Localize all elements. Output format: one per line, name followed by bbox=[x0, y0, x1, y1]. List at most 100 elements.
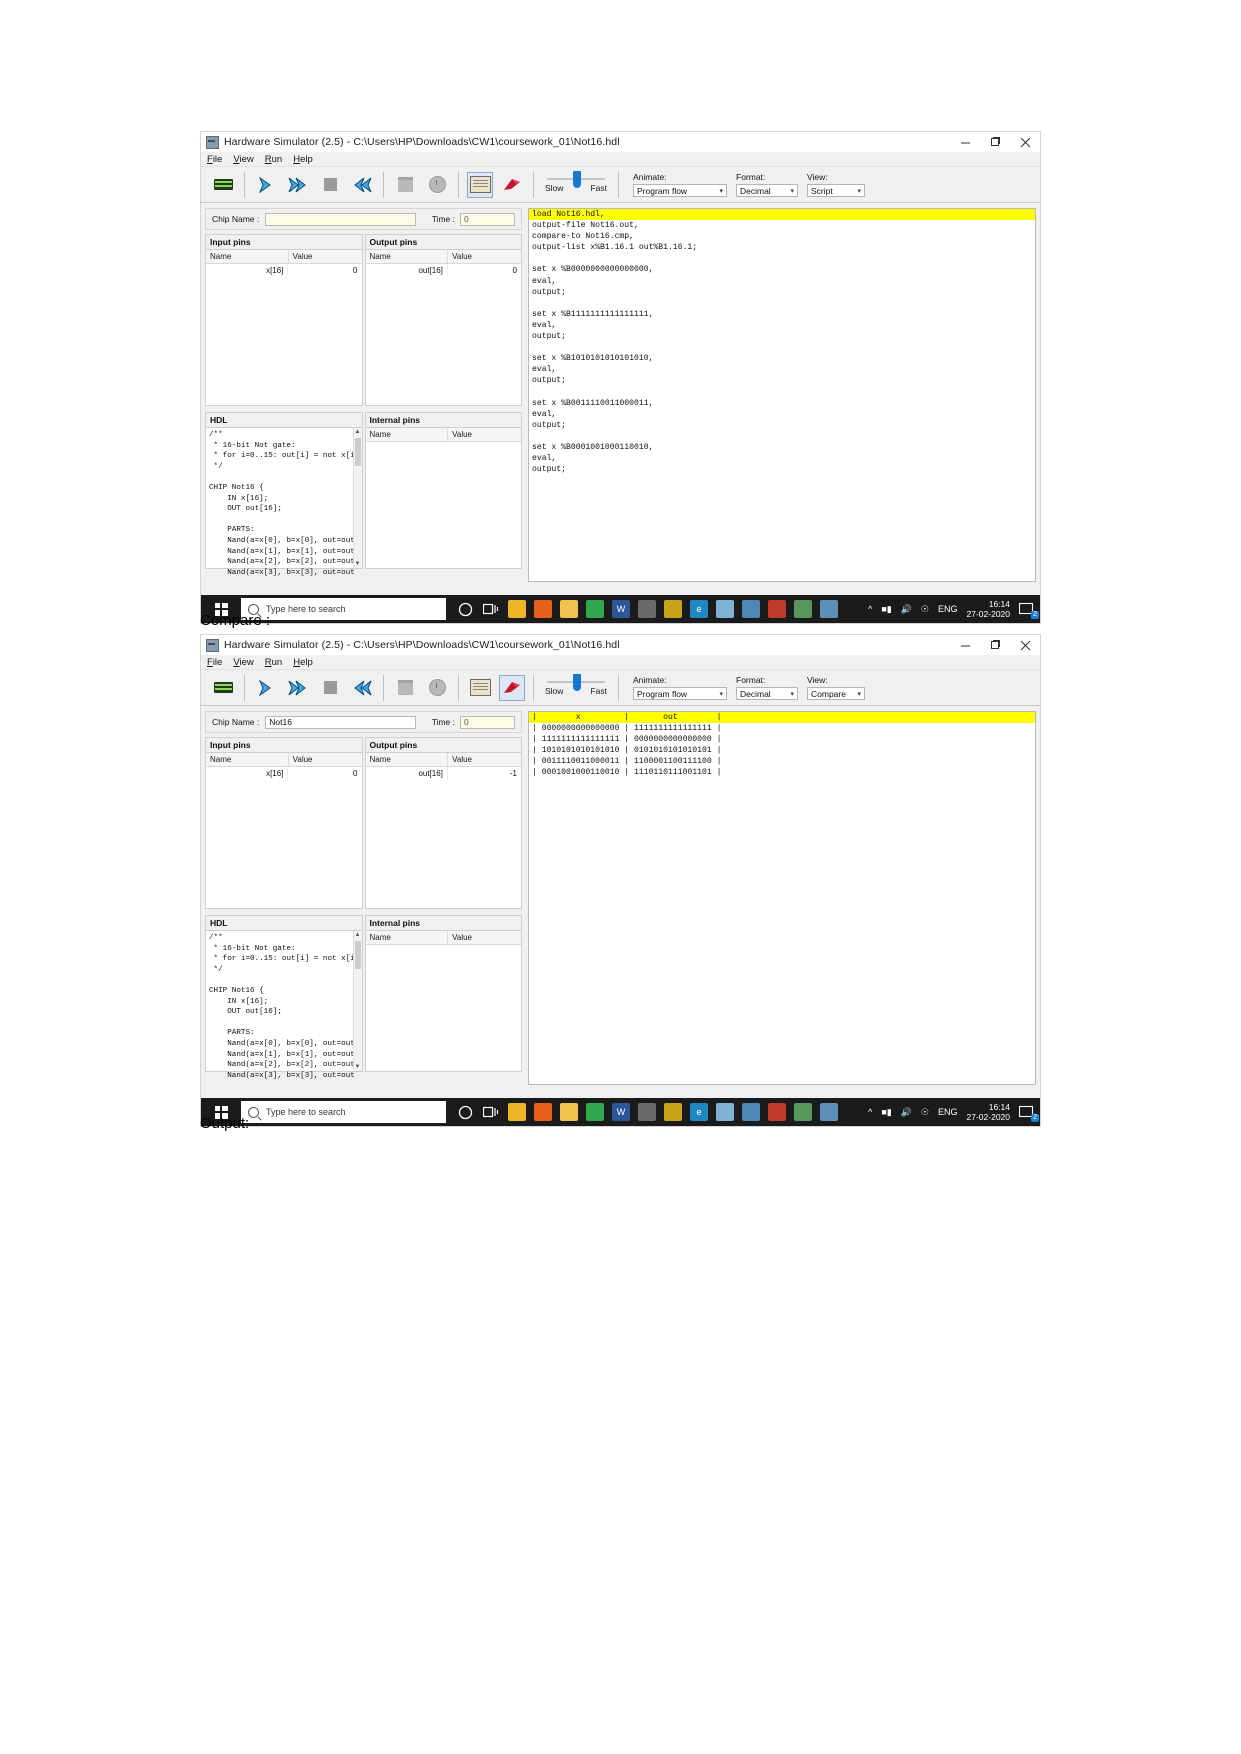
program-icon[interactable] bbox=[392, 675, 418, 701]
chip-name-input[interactable]: Not16 bbox=[265, 715, 416, 729]
office-icon[interactable] bbox=[768, 1103, 786, 1121]
animate-select[interactable]: Program flow ▾ bbox=[633, 184, 727, 197]
sublime-icon[interactable] bbox=[664, 600, 682, 618]
pin-value[interactable]: 0 bbox=[288, 264, 361, 276]
search-input[interactable]: Type here to search bbox=[241, 1101, 446, 1123]
menu-item-view[interactable]: View bbox=[233, 657, 253, 668]
scrollbar-thumb[interactable] bbox=[354, 941, 361, 969]
notification-icon[interactable]: 2 bbox=[1018, 602, 1039, 619]
format-select[interactable]: Decimal ▾ bbox=[736, 687, 798, 700]
fast-forward-icon[interactable] bbox=[285, 675, 311, 701]
close-button[interactable] bbox=[1010, 132, 1040, 152]
script-icon[interactable] bbox=[467, 171, 493, 198]
menu-item-run[interactable]: Run bbox=[265, 657, 282, 668]
speed-slider-thumb[interactable] bbox=[573, 673, 581, 691]
clock[interactable]: 16:14 27-02-2020 bbox=[967, 1102, 1010, 1122]
rewind-icon[interactable] bbox=[349, 675, 375, 701]
maximize-button[interactable] bbox=[980, 132, 1010, 152]
script-pane[interactable]: load Not16.hdl, output-file Not16.out, c… bbox=[528, 208, 1036, 582]
battery-icon[interactable]: ■▮ bbox=[881, 1107, 891, 1118]
browser-icon[interactable] bbox=[586, 600, 604, 618]
menu-item-help[interactable]: Help bbox=[293, 154, 313, 165]
clock-icon[interactable] bbox=[424, 172, 450, 198]
flag-icon[interactable] bbox=[499, 674, 525, 701]
flag-icon[interactable] bbox=[499, 172, 525, 198]
network-icon[interactable]: ☉ bbox=[921, 1107, 929, 1118]
word-icon[interactable]: W bbox=[612, 600, 630, 618]
chrome-icon[interactable] bbox=[508, 600, 526, 618]
table-row[interactable]: x[16] 0 bbox=[206, 767, 362, 779]
java-icon[interactable] bbox=[742, 600, 760, 618]
language-indicator[interactable]: ENG bbox=[938, 1107, 958, 1117]
pin-value[interactable]: 0 bbox=[288, 767, 361, 779]
task-view-icon[interactable] bbox=[482, 600, 500, 618]
speed-slider-thumb[interactable] bbox=[573, 170, 581, 188]
animate-select[interactable]: Program flow ▾ bbox=[633, 687, 727, 700]
scroll-down-icon[interactable]: ▼ bbox=[354, 1063, 362, 1071]
table-row[interactable]: out[16] -1 bbox=[366, 767, 522, 779]
minimize-button[interactable] bbox=[950, 132, 980, 152]
office-icon[interactable] bbox=[768, 600, 786, 618]
menu-item-file[interactable]: File bbox=[207, 154, 222, 165]
speed-slider[interactable]: Slow Fast bbox=[545, 673, 607, 696]
cortana-icon[interactable] bbox=[456, 1103, 474, 1121]
task-view-icon[interactable] bbox=[482, 1103, 500, 1121]
close-button[interactable] bbox=[1010, 635, 1040, 655]
minimize-button[interactable] bbox=[950, 635, 980, 655]
sublime-icon[interactable] bbox=[664, 1103, 682, 1121]
chip-name-input[interactable] bbox=[265, 212, 416, 226]
single-step-icon[interactable] bbox=[253, 172, 279, 198]
photos-icon[interactable] bbox=[716, 1103, 734, 1121]
hdl-scrollbar[interactable]: ▲ ▼ bbox=[352, 428, 362, 568]
photos-icon[interactable] bbox=[716, 600, 734, 618]
time-input[interactable]: 0 bbox=[460, 715, 515, 729]
scroll-up-icon[interactable]: ▲ bbox=[354, 931, 362, 939]
chrome-icon[interactable] bbox=[508, 1103, 526, 1121]
edge-icon[interactable]: e bbox=[690, 1103, 708, 1121]
scroll-down-icon[interactable]: ▼ bbox=[354, 560, 362, 568]
edge-icon[interactable]: e bbox=[690, 600, 708, 618]
view-select[interactable]: Compare ▾ bbox=[807, 687, 865, 700]
time-input[interactable]: 0 bbox=[460, 212, 515, 226]
file-explorer-icon[interactable] bbox=[560, 600, 578, 618]
title-bar[interactable]: Hardware Simulator (2.5) - C:\Users\HP\D… bbox=[201, 132, 1040, 152]
file-explorer-icon[interactable] bbox=[560, 1103, 578, 1121]
title-bar[interactable]: Hardware Simulator (2.5) - C:\Users\HP\D… bbox=[201, 635, 1040, 655]
paint-icon[interactable] bbox=[794, 600, 812, 618]
hdl-scrollbar[interactable]: ▲ ▼ bbox=[352, 931, 362, 1071]
settings-icon[interactable] bbox=[820, 1103, 838, 1121]
vscode-icon[interactable] bbox=[638, 1103, 656, 1121]
single-step-icon[interactable] bbox=[253, 675, 279, 701]
settings-icon[interactable] bbox=[820, 600, 838, 618]
compare-pane[interactable]: | x | out | | 0000000000000000 | 1111111… bbox=[528, 711, 1036, 1085]
stop-icon[interactable] bbox=[317, 675, 343, 701]
browser-icon[interactable] bbox=[586, 1103, 604, 1121]
notification-icon[interactable]: 2 bbox=[1018, 1105, 1039, 1122]
paint-icon[interactable] bbox=[794, 1103, 812, 1121]
search-input[interactable]: Type here to search bbox=[241, 598, 446, 620]
chip-icon[interactable] bbox=[210, 172, 236, 198]
clock[interactable]: 16:14 27-02-2020 bbox=[967, 599, 1010, 619]
menu-item-help[interactable]: Help bbox=[293, 657, 313, 668]
battery-icon[interactable]: ■▮ bbox=[881, 604, 891, 615]
firefox-icon[interactable] bbox=[534, 600, 552, 618]
network-icon[interactable]: ☉ bbox=[921, 604, 929, 615]
scroll-up-icon[interactable]: ▲ bbox=[354, 428, 362, 436]
language-indicator[interactable]: ENG bbox=[938, 604, 958, 614]
stop-icon[interactable] bbox=[317, 172, 343, 198]
scrollbar-thumb[interactable] bbox=[354, 438, 361, 466]
java-icon[interactable] bbox=[742, 1103, 760, 1121]
format-select[interactable]: Decimal ▾ bbox=[736, 184, 798, 197]
cortana-icon[interactable] bbox=[456, 600, 474, 618]
script-icon[interactable] bbox=[467, 675, 493, 701]
menu-item-run[interactable]: Run bbox=[265, 154, 282, 165]
hdl-code[interactable]: /** * 16-bit Not gate: * for i=0..15: ou… bbox=[206, 428, 362, 580]
menu-item-file[interactable]: File bbox=[207, 657, 222, 668]
menu-item-view[interactable]: View bbox=[233, 154, 253, 165]
volume-icon[interactable]: 🔊 bbox=[901, 1107, 912, 1118]
firefox-icon[interactable] bbox=[534, 1103, 552, 1121]
word-icon[interactable]: W bbox=[612, 1103, 630, 1121]
hdl-code[interactable]: /** * 16-bit Not gate: * for i=0..15: ou… bbox=[206, 931, 362, 1083]
table-row[interactable]: x[16] 0 bbox=[206, 264, 362, 276]
clock-icon[interactable] bbox=[424, 675, 450, 701]
